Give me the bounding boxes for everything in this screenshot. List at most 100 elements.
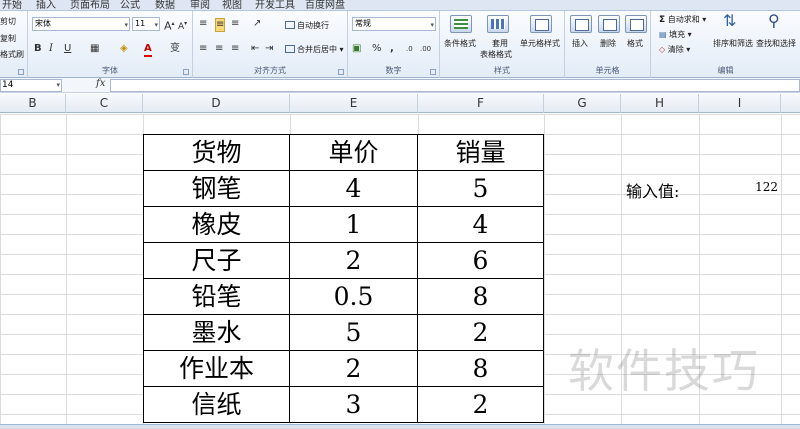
tab-review[interactable]: 审阅	[190, 0, 210, 11]
cell-price[interactable]: 1	[289, 206, 418, 243]
cell-sales[interactable]: 6	[417, 242, 544, 279]
tab-developer[interactable]: 开发工具	[255, 0, 295, 11]
format-button[interactable]: 格式	[627, 38, 643, 49]
merge-center-button[interactable]: 合并后居中 ▾	[285, 44, 344, 55]
cell-price[interactable]: 2	[289, 242, 418, 279]
cell-price[interactable]: 2	[289, 350, 418, 387]
tab-view[interactable]: 视图	[222, 0, 242, 11]
sort-filter-icon[interactable]: ⇅	[723, 13, 736, 29]
binoculars-icon[interactable]: ⚲	[768, 13, 780, 29]
header-cell-price[interactable]: 单价	[289, 134, 418, 171]
font-size-select[interactable]: 11 ▾	[132, 17, 160, 31]
cell-goods[interactable]: 尺子	[143, 242, 290, 279]
decrease-decimal-icon[interactable]: .00	[420, 43, 431, 55]
name-box[interactable]: 14 ▾	[0, 79, 62, 92]
number-launcher-icon[interactable]	[430, 69, 436, 75]
format-painter-button[interactable]: 格式刷	[0, 49, 24, 60]
tab-formulas[interactable]: 公式	[120, 0, 140, 11]
conditional-format-icon[interactable]	[450, 15, 472, 33]
cell-goods[interactable]: 橡皮	[143, 206, 290, 243]
fx-icon[interactable]: fx	[96, 78, 105, 89]
currency-icon[interactable]: ▣	[352, 43, 361, 55]
clipboard-launcher-icon[interactable]	[18, 69, 24, 75]
percent-button[interactable]: %	[372, 43, 382, 55]
input-value-cell[interactable]: 122	[700, 180, 778, 194]
cell-price[interactable]: 3	[289, 386, 418, 423]
cell-sales[interactable]: 5	[417, 170, 544, 207]
underline-button[interactable]: U	[64, 43, 71, 55]
cell-goods[interactable]: 钢笔	[143, 170, 290, 207]
cell-goods[interactable]: 墨水	[143, 314, 290, 351]
column-header-i[interactable]: I	[699, 94, 781, 113]
sort-filter-button[interactable]: 排序和筛选	[713, 38, 753, 49]
tab-home[interactable]: 开始	[2, 0, 22, 11]
delete-cells-icon[interactable]	[598, 15, 620, 33]
cell-price[interactable]: 4	[289, 170, 418, 207]
autosum-button[interactable]: Σ 自动求和 ▾	[659, 14, 706, 25]
align-top-icon[interactable]: ≡	[199, 18, 207, 30]
insert-cells-icon[interactable]	[570, 15, 592, 33]
input-value-label[interactable]: 输入值:	[626, 178, 679, 202]
align-bottom-icon[interactable]: ≡	[231, 18, 239, 30]
cell-sales[interactable]: 8	[417, 278, 544, 315]
column-header-h[interactable]: H	[621, 94, 699, 113]
phonetic-icon[interactable]: 变	[170, 43, 180, 55]
cell-sales[interactable]: 2	[417, 386, 544, 423]
decrease-indent-icon[interactable]: ⇤	[251, 43, 259, 55]
fill-color-icon[interactable]: ◈	[120, 43, 128, 55]
header-cell-goods[interactable]: 货物	[143, 134, 290, 171]
column-header-b[interactable]: B	[0, 94, 66, 113]
cell-price[interactable]: 0.5	[289, 278, 418, 315]
column-header-f[interactable]: F	[418, 94, 544, 113]
cell-sales[interactable]: 4	[417, 206, 544, 243]
column-header-g[interactable]: G	[544, 94, 621, 113]
column-header-e[interactable]: E	[290, 94, 418, 113]
cell-styles-icon[interactable]	[530, 15, 552, 33]
align-center-icon[interactable]: ≡	[215, 43, 223, 55]
table-format-button-line2[interactable]: 表格格式	[480, 49, 512, 60]
cell-price[interactable]: 5	[289, 314, 418, 351]
tab-page-layout[interactable]: 页面布局	[70, 0, 110, 11]
cell-goods[interactable]: 作业本	[143, 350, 290, 387]
bold-button[interactable]: B	[34, 43, 42, 55]
tab-insert[interactable]: 插入	[36, 0, 56, 11]
alignment-launcher-icon[interactable]	[338, 69, 344, 75]
find-select-button[interactable]: 查找和选择	[756, 38, 796, 49]
cell-styles-button[interactable]: 单元格样式	[520, 38, 560, 49]
font-color-button[interactable]: A	[144, 43, 152, 57]
font-name-select[interactable]: 宋体 ▾	[32, 17, 130, 31]
format-cells-icon[interactable]	[625, 15, 647, 33]
align-left-icon[interactable]: ≡	[199, 43, 207, 55]
align-middle-icon[interactable]: ≡	[215, 18, 226, 32]
cell-sales[interactable]: 2	[417, 314, 544, 351]
align-right-icon[interactable]: ≡	[231, 43, 239, 55]
cell-sales[interactable]: 8	[417, 350, 544, 387]
table-format-icon[interactable]	[487, 15, 509, 33]
grow-font-icon[interactable]: A▴	[164, 18, 175, 33]
fill-button[interactable]: ▤ 填充 ▾	[659, 29, 692, 40]
delete-button[interactable]: 删除	[600, 38, 616, 49]
number-format-select[interactable]: 常规 ▾	[352, 17, 436, 31]
table-format-button-line1[interactable]: 套用	[492, 38, 508, 49]
cell-goods[interactable]: 铅笔	[143, 278, 290, 315]
column-header-c[interactable]: C	[66, 94, 143, 113]
border-icon[interactable]: ▦	[90, 43, 99, 55]
shrink-font-icon[interactable]: A▾	[178, 18, 187, 33]
conditional-format-button[interactable]: 条件格式	[444, 38, 476, 49]
tab-data[interactable]: 数据	[155, 0, 175, 11]
tab-baidu-pan[interactable]: 百度网盘	[305, 0, 345, 11]
cell-goods[interactable]: 信纸	[143, 386, 290, 423]
header-cell-sales[interactable]: 销量	[417, 134, 544, 171]
wrap-text-button[interactable]: 自动换行	[285, 20, 329, 31]
comma-button[interactable]: ,	[390, 43, 394, 55]
copy-button[interactable]: 复制	[0, 33, 16, 44]
column-header-d[interactable]: D	[143, 94, 290, 113]
insert-button[interactable]: 插入	[572, 38, 588, 49]
cut-button[interactable]: 剪切	[0, 16, 16, 27]
increase-indent-icon[interactable]: ⇥	[265, 43, 273, 55]
clear-button[interactable]: ◇ 清除 ▾	[659, 44, 690, 55]
orientation-icon[interactable]: ↗	[253, 18, 261, 30]
formula-input[interactable]	[110, 79, 800, 92]
increase-decimal-icon[interactable]: .0	[406, 43, 413, 55]
font-launcher-icon[interactable]	[183, 69, 189, 75]
